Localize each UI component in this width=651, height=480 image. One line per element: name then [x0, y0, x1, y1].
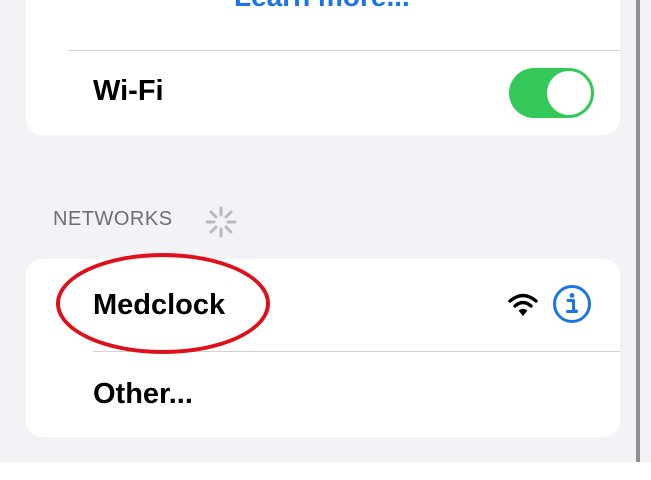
spinner-icon: [205, 206, 237, 238]
divider: [68, 50, 620, 51]
wifi-icon: [508, 293, 538, 316]
network-name-medclock[interactable]: Medclock: [93, 289, 225, 322]
divider: [93, 351, 620, 352]
info-icon[interactable]: [552, 284, 592, 324]
wifi-toggle[interactable]: [509, 68, 594, 118]
learn-more-link[interactable]: Learn more...: [234, 0, 410, 13]
networks-section-header: NETWORKS: [53, 208, 173, 230]
screen-edge: [636, 0, 640, 462]
other-network-label[interactable]: Other...: [93, 378, 193, 411]
bottom-background: [0, 462, 651, 480]
wifi-label: Wi-Fi: [93, 75, 164, 107]
toggle-knob: [547, 71, 591, 115]
